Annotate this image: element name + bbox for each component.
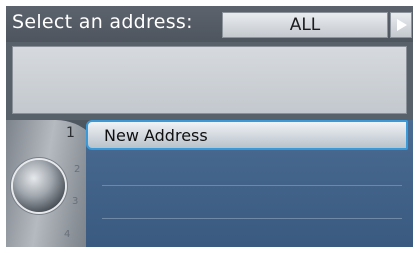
right-triangle-icon [397, 19, 407, 31]
list-item[interactable] [86, 186, 408, 216]
selector-knob-icon[interactable] [13, 160, 65, 212]
address-display-box [12, 46, 407, 114]
list-item-label: New Address [104, 126, 208, 145]
row-number: 3 [72, 196, 79, 207]
navigation-screen: Select an address: ALL 1 2 3 4 New Addre… [6, 6, 413, 247]
row-number: 1 [66, 125, 75, 141]
filter-next-button[interactable] [390, 12, 412, 38]
page-title: Select an address: [12, 11, 193, 33]
list-item[interactable] [86, 152, 408, 182]
list-item-new-address[interactable]: New Address [86, 120, 408, 150]
filter-selector[interactable]: ALL [222, 12, 388, 38]
row-number: 4 [64, 229, 71, 240]
list-item[interactable] [86, 219, 408, 247]
address-list-panel: 1 2 3 4 New Address [6, 120, 413, 247]
row-number: 2 [74, 164, 81, 175]
header-bar: Select an address: ALL [6, 6, 413, 42]
address-list: New Address [86, 120, 413, 247]
